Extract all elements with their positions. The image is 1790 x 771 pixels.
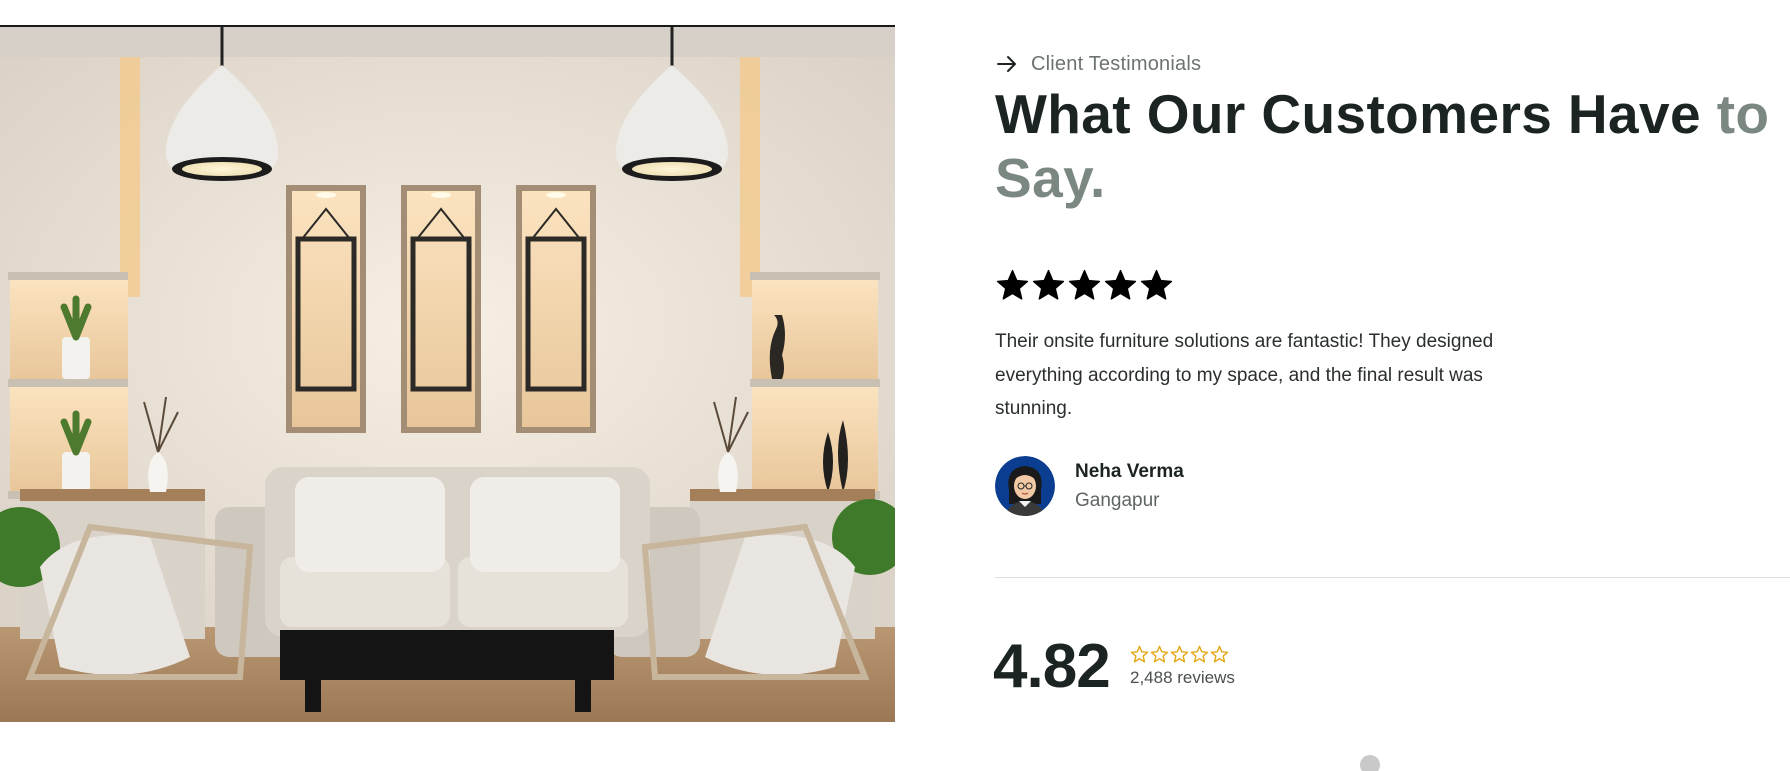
author-location: Gangapur — [1075, 489, 1160, 511]
testimonial-author: Neha Verma Gangapur — [995, 456, 1184, 516]
eyebrow-label: Client Testimonials — [1031, 52, 1202, 75]
title-line-two: Say. — [995, 147, 1106, 209]
review-count: 2,488 reviews — [1130, 668, 1235, 687]
star-filled-icon — [995, 268, 1030, 303]
carousel-indicator[interactable] — [1360, 755, 1380, 771]
testimonial-rating — [995, 268, 1174, 303]
avatar — [995, 456, 1055, 516]
star-outline-icon — [1170, 645, 1189, 664]
star-filled-icon — [1067, 268, 1102, 303]
star-filled-icon — [1031, 268, 1066, 303]
title-muted-part: to — [1716, 83, 1770, 145]
author-name: Neha Verma — [1075, 460, 1184, 482]
title-dark-part: What Our Customers Have — [995, 83, 1702, 145]
average-rating-stars — [1130, 645, 1229, 664]
star-outline-icon — [1210, 645, 1229, 664]
testimonial-quote: Their onsite furniture solutions are fan… — [995, 331, 1494, 419]
star-filled-icon — [1139, 268, 1174, 303]
star-filled-icon — [1103, 268, 1138, 303]
section-divider — [995, 577, 1790, 578]
arrow-right-icon — [995, 52, 1019, 76]
section-eyebrow: Client Testimonials — [995, 52, 1201, 76]
living-room-photo — [0, 25, 895, 722]
star-outline-icon — [1130, 645, 1149, 664]
average-rating-score: 4.82 — [993, 632, 1111, 701]
star-outline-icon — [1190, 645, 1209, 664]
star-outline-icon — [1150, 645, 1169, 664]
section-title: What Our Customers Have to Say. — [995, 82, 1785, 210]
